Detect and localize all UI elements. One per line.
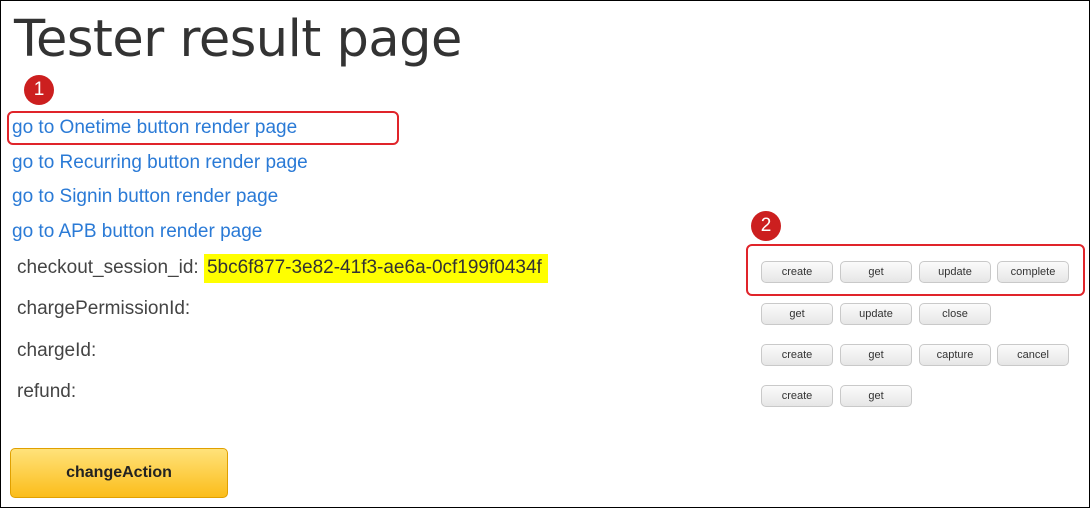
checkout-session-row: checkout_session_id: 5bc6f877-3e82-41f3-… <box>17 254 548 283</box>
link-recurring-render[interactable]: go to Recurring button render page <box>12 153 308 172</box>
refund-get-button[interactable]: get <box>840 385 912 407</box>
checkout-session-update-button[interactable]: update <box>919 261 991 283</box>
page-title: Tester result page <box>14 10 462 69</box>
annotation-badge-1: 1 <box>24 75 54 105</box>
checkout-session-get-button[interactable]: get <box>840 261 912 283</box>
checkout-session-value: 5bc6f877-3e82-41f3-ae6a-0cf199f0434f <box>203 254 548 283</box>
charge-create-button[interactable]: create <box>761 344 833 366</box>
change-action-button[interactable]: changeAction <box>10 448 228 498</box>
link-apb-render[interactable]: go to APB button render page <box>12 222 262 241</box>
charge-capture-button[interactable]: capture <box>919 344 991 366</box>
checkout-session-create-button[interactable]: create <box>761 261 833 283</box>
annotation-badge-2: 2 <box>751 211 781 241</box>
charge-get-button[interactable]: get <box>840 344 912 366</box>
refund-create-button[interactable]: create <box>761 385 833 407</box>
checkout-session-complete-button[interactable]: complete <box>997 261 1069 283</box>
charge-permission-update-button[interactable]: update <box>840 303 912 325</box>
charge-cancel-button[interactable]: cancel <box>997 344 1069 366</box>
refund-label: refund: <box>17 381 77 402</box>
charge-permission-close-button[interactable]: close <box>919 303 991 325</box>
checkout-session-label: checkout_session_id: <box>17 257 199 278</box>
charge-permission-get-button[interactable]: get <box>761 303 833 325</box>
link-signin-render[interactable]: go to Signin button render page <box>12 187 278 206</box>
link-onetime-render[interactable]: go to Onetime button render page <box>12 118 297 137</box>
charge-permission-label: chargePermissionId: <box>17 298 191 319</box>
charge-id-label: chargeId: <box>17 340 97 361</box>
